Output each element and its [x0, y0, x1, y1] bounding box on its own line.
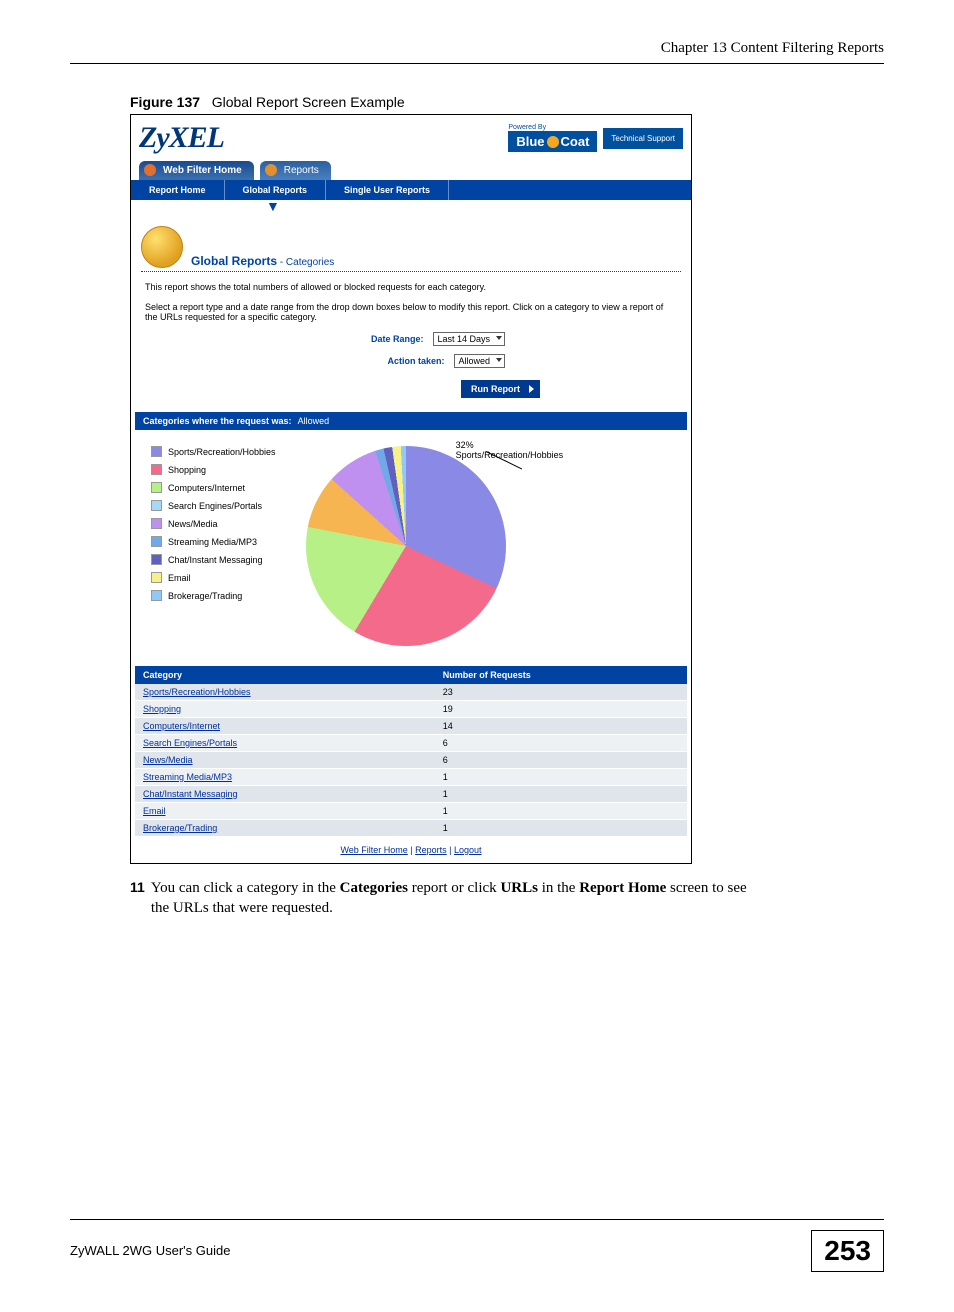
- legend-item: Chat/Instant Messaging: [151, 554, 276, 565]
- legend-swatch: [151, 464, 162, 475]
- step-number: 11: [130, 878, 145, 919]
- reports-icon: [265, 164, 277, 176]
- action-taken-select[interactable]: Allowed: [454, 354, 505, 368]
- legend-item: Search Engines/Portals: [151, 500, 276, 511]
- subnav-global-reports[interactable]: Global Reports: [225, 180, 327, 200]
- legend-swatch: [151, 518, 162, 529]
- request-count: 1: [435, 820, 687, 837]
- bluecoat-logo: BlueCoat: [508, 131, 597, 152]
- legend-label: Brokerage/Trading: [168, 591, 242, 601]
- legend-label: Computers/Internet: [168, 483, 245, 493]
- description-line-1: This report shows the total numbers of a…: [145, 282, 677, 292]
- globe-icon: [141, 226, 183, 268]
- category-table: Category Number of Requests Sports/Recre…: [135, 666, 687, 837]
- category-link[interactable]: Brokerage/Trading: [135, 820, 435, 837]
- action-taken-label: Action taken:: [387, 356, 444, 366]
- request-count: 23: [435, 684, 687, 701]
- legend-label: Shopping: [168, 465, 206, 475]
- legend-label: News/Media: [168, 519, 218, 529]
- table-row: Email1: [135, 803, 687, 820]
- description-line-2: Select a report type and a date range fr…: [145, 302, 677, 322]
- footer-link-logout[interactable]: Logout: [454, 845, 482, 855]
- subnav-report-home[interactable]: Report Home: [131, 180, 225, 200]
- request-count: 6: [435, 752, 687, 769]
- table-row: Streaming Media/MP31: [135, 769, 687, 786]
- category-link[interactable]: Streaming Media/MP3: [135, 769, 435, 786]
- legend-label: Search Engines/Portals: [168, 501, 262, 511]
- section-title: Global Reports: [191, 254, 277, 268]
- request-count: 1: [435, 786, 687, 803]
- legend-swatch: [151, 482, 162, 493]
- request-count: 6: [435, 735, 687, 752]
- table-row: Shopping19: [135, 701, 687, 718]
- legend-item: Computers/Internet: [151, 482, 276, 493]
- date-range-select[interactable]: Last 14 Days: [433, 332, 505, 346]
- pie-chart: [306, 446, 506, 646]
- legend-swatch: [151, 572, 162, 583]
- legend-label: Chat/Instant Messaging: [168, 555, 263, 565]
- footer-link-home[interactable]: Web Filter Home: [340, 845, 407, 855]
- legend-label: Streaming Media/MP3: [168, 537, 257, 547]
- figure-title: Global Report Screen Example: [212, 94, 405, 110]
- th-category: Category: [135, 666, 435, 684]
- request-count: 19: [435, 701, 687, 718]
- subnav-single-user-reports[interactable]: Single User Reports: [326, 180, 449, 200]
- tab-web-filter-home[interactable]: Web Filter Home: [139, 161, 254, 180]
- footer-link-reports[interactable]: Reports: [415, 845, 447, 855]
- categories-bar: Categories where the request was:Allowed: [135, 412, 687, 430]
- technical-support-button[interactable]: Technical Support: [603, 128, 683, 149]
- home-icon: [144, 164, 156, 176]
- legend-swatch: [151, 554, 162, 565]
- screenshot-frame: ZyXEL Powered By BlueCoat Technical Supp…: [130, 114, 692, 864]
- legend-item: Streaming Media/MP3: [151, 536, 276, 547]
- section-subtitle: - Categories: [280, 257, 334, 268]
- subnav: Report Home Global Reports Single User R…: [131, 180, 691, 200]
- legend-swatch: [151, 500, 162, 511]
- guide-name: ZyWALL 2WG User's Guide: [70, 1243, 230, 1258]
- legend-swatch: [151, 590, 162, 601]
- figure-caption: Figure 137 Global Report Screen Example: [130, 94, 884, 110]
- request-count: 14: [435, 718, 687, 735]
- request-count: 1: [435, 803, 687, 820]
- table-row: News/Media6: [135, 752, 687, 769]
- page-header: Chapter 13 Content Filtering Reports: [70, 40, 884, 64]
- chart-legend: Sports/Recreation/Hobbies Shopping Compute…: [151, 446, 276, 646]
- category-link[interactable]: Shopping: [135, 701, 435, 718]
- table-row: Computers/Internet14: [135, 718, 687, 735]
- table-row: Sports/Recreation/Hobbies23: [135, 684, 687, 701]
- category-link[interactable]: Sports/Recreation/Hobbies: [135, 684, 435, 701]
- request-count: 1: [435, 769, 687, 786]
- instruction-step-11: 11 You can click a category in the Categ…: [130, 878, 750, 919]
- category-link[interactable]: Search Engines/Portals: [135, 735, 435, 752]
- run-report-button[interactable]: Run Report: [461, 380, 540, 398]
- table-row: Brokerage/Trading1: [135, 820, 687, 837]
- category-link[interactable]: Computers/Internet: [135, 718, 435, 735]
- pie-slice-callout: 32% Sports/Recreation/Hobbies: [456, 440, 564, 460]
- th-requests: Number of Requests: [435, 666, 687, 684]
- table-row: Search Engines/Portals6: [135, 735, 687, 752]
- footer-links: Web Filter Home | Reports | Logout: [131, 837, 691, 863]
- page-number: 253: [811, 1230, 884, 1272]
- legend-item: Sports/Recreation/Hobbies: [151, 446, 276, 457]
- category-link[interactable]: News/Media: [135, 752, 435, 769]
- legend-item: Brokerage/Trading: [151, 590, 276, 601]
- category-link[interactable]: Chat/Instant Messaging: [135, 786, 435, 803]
- legend-label: Email: [168, 573, 191, 583]
- legend-swatch: [151, 536, 162, 547]
- zyxel-logo: ZyXEL: [139, 121, 224, 155]
- powered-by-label: Powered By: [508, 124, 593, 131]
- category-link[interactable]: Email: [135, 803, 435, 820]
- table-row: Chat/Instant Messaging1: [135, 786, 687, 803]
- legend-label: Sports/Recreation/Hobbies: [168, 447, 276, 457]
- sun-icon: [547, 136, 559, 148]
- figure-label: Figure 137: [130, 94, 200, 110]
- legend-item: Email: [151, 572, 276, 583]
- date-range-label: Date Range:: [371, 334, 424, 344]
- legend-swatch: [151, 446, 162, 457]
- legend-item: Shopping: [151, 464, 276, 475]
- tab-reports[interactable]: Reports: [260, 161, 331, 180]
- legend-item: News/Media: [151, 518, 276, 529]
